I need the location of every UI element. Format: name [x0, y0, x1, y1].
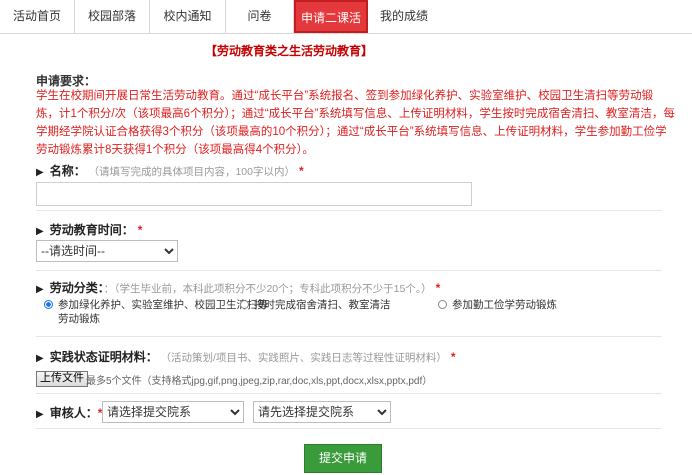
- college-select[interactable]: 请选择提交院系: [102, 401, 244, 423]
- required-mark: *: [450, 350, 456, 364]
- reviewer-select[interactable]: 请先选择提交院系: [253, 401, 391, 423]
- category-option-label: 按时完成宿舍清扫、教室清洁: [254, 299, 391, 311]
- reviewer-label: 审核人：: [49, 406, 98, 420]
- divider: [36, 428, 662, 429]
- category-label: 劳动分类：: [49, 281, 104, 295]
- radio-icon[interactable]: [240, 300, 249, 309]
- tab-home[interactable]: 活动首页: [0, 0, 75, 33]
- required-mark: *: [137, 223, 143, 237]
- requirements-text: 学生在校期间开展日常生活劳动教育。通过“成长平台”系统报名、签到参加绿化养护、实…: [36, 90, 675, 156]
- category-hint: ：（学生毕业前，本科此项积分不少20个；专科此项积分不少于15个。）: [103, 283, 432, 295]
- required-mark: *: [435, 281, 441, 295]
- time-section: ▶ 劳动教育时间： *: [36, 221, 142, 238]
- proof-label: 实践状态证明材料：: [49, 350, 158, 364]
- category-option-label: 参加绿化养护、实验室维护、校园卫生清扫等: [58, 299, 268, 311]
- time-label: 劳动教育时间：: [49, 223, 134, 237]
- triangle-right-icon: ▶: [36, 353, 44, 364]
- upload-file-button[interactable]: 上传文件: [36, 371, 88, 387]
- category-option-dorm[interactable]: 按时完成宿舍清扫、教室清洁: [240, 298, 391, 312]
- tab-notices[interactable]: 校内通知: [150, 0, 226, 33]
- radio-selected-icon[interactable]: [44, 300, 53, 309]
- category-option-label: 参加勤工俭学劳动锻炼: [452, 299, 557, 311]
- category-section: ▶ 劳动分类：：（学生毕业前，本科此项积分不少20个；专科此项积分不少于15个。）…: [36, 279, 440, 296]
- divider: [36, 270, 662, 271]
- nav-tabs: 活动首页 校园部落 校内通知 问卷 申请二课活动积 我的成绩: [0, 0, 692, 58]
- proof-section: ▶ 实践状态证明材料： （活动策划/项目书、实践照片、实践日志等过程性证明材料） *: [36, 348, 456, 365]
- radio-icon[interactable]: [438, 300, 447, 309]
- tab-campus-tribe[interactable]: 校园部落: [75, 0, 150, 33]
- category-option-workstudy[interactable]: 参加勤工俭学劳动锻炼: [438, 298, 557, 312]
- triangle-right-icon: ▶: [36, 167, 44, 178]
- proof-hint: （活动策划/项目书、实践照片、实践日志等过程性证明材料）: [165, 352, 447, 364]
- category-option-label-cont: 劳动锻炼: [58, 313, 100, 325]
- triangle-right-icon: ▶: [36, 284, 44, 295]
- divider: [36, 393, 662, 394]
- upload-hint: 最多5个文件（支持格式jpg,gif,png,jpeg,zip,rar,doc,…: [86, 376, 433, 387]
- name-input[interactable]: [36, 182, 472, 206]
- triangle-right-icon: ▶: [36, 226, 44, 237]
- name-label: 名称：: [49, 164, 86, 178]
- category-option-greening[interactable]: 参加绿化养护、实验室维护、校园卫生清扫等 劳动锻炼: [44, 298, 268, 326]
- tab-survey[interactable]: 问卷: [226, 0, 294, 33]
- name-section: ▶ 名称： （请填写完成的具体项目内容，100字以内） *: [36, 162, 304, 179]
- submit-button[interactable]: 提交申请: [304, 444, 382, 473]
- divider: [36, 210, 662, 211]
- triangle-right-icon: ▶: [36, 409, 44, 420]
- required-mark: *: [299, 164, 304, 178]
- name-hint: （请填写完成的具体项目内容，100字以内）: [93, 166, 295, 178]
- page-title: 【劳动教育类之生活劳动教育】: [205, 44, 374, 58]
- tab-my-scores[interactable]: 我的成绩: [368, 0, 440, 33]
- tab-apply-credits[interactable]: 申请二课活动积: [294, 0, 368, 58]
- divider: [36, 336, 662, 337]
- time-select[interactable]: --请选时间--: [36, 240, 178, 262]
- reviewer-section: ▶ 审核人：*: [36, 404, 102, 421]
